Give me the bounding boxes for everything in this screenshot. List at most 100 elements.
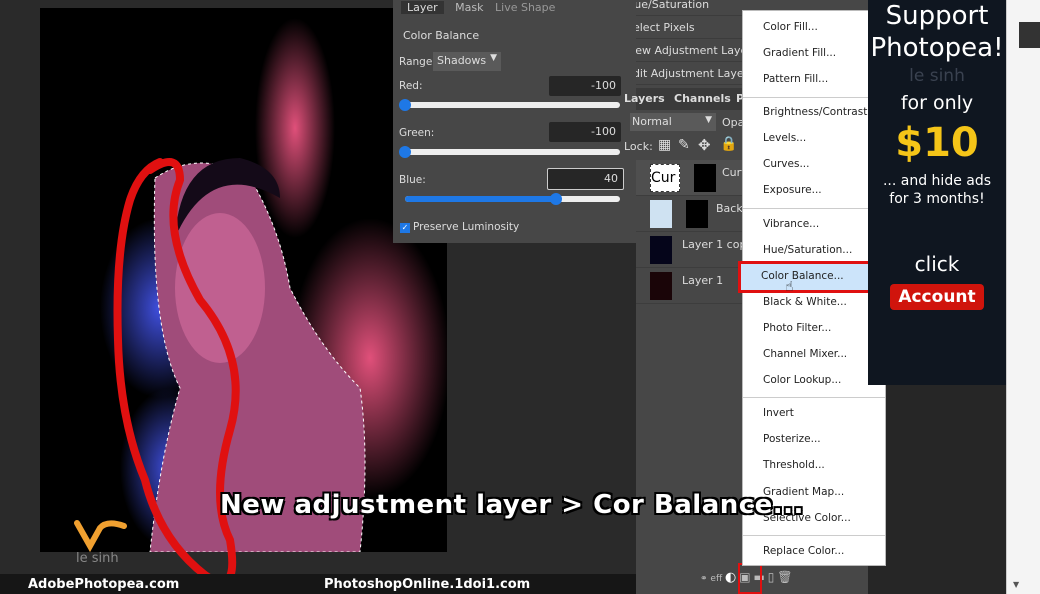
blend-mode-select[interactable]: Normal ▼ (630, 113, 716, 131)
menu-item-brightness-contrast[interactable]: Brightness/Contrast... (743, 100, 885, 126)
menu-item-pattern-fill[interactable]: Pattern Fill... (743, 67, 885, 93)
lock-move-icon[interactable]: ✥ (698, 136, 711, 154)
svg-text:le sinh: le sinh (76, 551, 119, 564)
blue-slider[interactable] (405, 193, 620, 205)
browser-scrollbar[interactable]: ▼ (1006, 0, 1040, 594)
adjustment-layer-icon[interactable]: ◐ (725, 570, 736, 585)
red-slider-handle[interactable] (399, 99, 411, 111)
link-icon[interactable]: ⚭ (700, 574, 708, 584)
green-slider-handle[interactable] (399, 146, 411, 158)
tab-channels[interactable]: Channels (674, 92, 731, 105)
menu-item-photo-filter[interactable]: Photo Filter... (743, 316, 885, 342)
ad-click: click (914, 252, 960, 276)
menu-item-invert[interactable]: Invert (743, 401, 885, 427)
layer-row-layer-1[interactable]: Layer 1 (636, 268, 746, 304)
menu-separator (743, 208, 885, 209)
preserve-luminosity-label: Preserve Luminosity (413, 221, 520, 233)
menu-item-channel-mixer[interactable]: Channel Mixer... (743, 342, 885, 368)
tab-mask[interactable]: Mask (455, 1, 483, 14)
menu-item-black-white[interactable]: Black & White... (743, 290, 885, 316)
preserve-luminosity-checkbox[interactable]: ✓ Preserve Luminosity (400, 221, 519, 233)
ad-line3: for only (900, 92, 974, 114)
layer-thumbnail (650, 236, 672, 264)
layer-name: Layer 1 copy (682, 238, 746, 251)
ad-banner[interactable]: Support Photopea! le sinh for only $10 .… (868, 0, 1006, 385)
chevron-down-icon: ▼ (705, 115, 712, 125)
blue-label: Blue: (399, 174, 426, 186)
curves-thumbnail: Cur (650, 164, 680, 192)
cursor-hand-icon: ☝ (785, 279, 794, 295)
layer-row-curves[interactable]: Cur Curves (636, 160, 746, 196)
lock-transparency-icon[interactable]: ▦ (658, 137, 671, 153)
le-sinh-logo: le sinh (74, 520, 127, 564)
panel-title: Color Balance (403, 29, 480, 42)
scroll-block (1019, 22, 1040, 48)
green-input[interactable]: -100 (549, 122, 621, 142)
tab-live-shape[interactable]: Live Shape (495, 1, 555, 14)
menu-item-color-balance[interactable]: Color Balance... (738, 261, 890, 293)
ad-line5: for 3 months! (889, 191, 985, 207)
menu-edit-adjustment-layer[interactable]: Edit Adjustment Layer (636, 63, 756, 85)
properties-panel: Layer Mask Live Shape Color Balance Rang… (393, 0, 636, 243)
range-select[interactable]: Shadows ▼ (433, 52, 501, 71)
effects-button[interactable]: eff (710, 574, 722, 584)
layer-thumbnail (650, 200, 672, 228)
menu-item-posterize[interactable]: Posterize... (743, 427, 885, 453)
menu-item-color-lookup[interactable]: Color Lookup... (743, 368, 885, 394)
blend-mode-value: Normal (632, 115, 672, 128)
checkbox-icon: ✓ (400, 223, 410, 233)
ad-account-button[interactable]: Account (890, 284, 984, 310)
video-caption: New adjustment layer > Cor Balance... (220, 490, 804, 520)
chevron-down-icon: ▼ (490, 53, 497, 63)
layer-row-layer-1-copy[interactable]: Layer 1 copy (636, 232, 746, 268)
menu-hue-saturation[interactable]: Hue/Saturation (636, 0, 756, 16)
menu-item-exposure[interactable]: Exposure... (743, 178, 885, 204)
menu-item-levels[interactable]: Levels... (743, 126, 885, 152)
lock-brush-icon[interactable]: ✎ (678, 137, 690, 153)
mask-thumbnail (694, 164, 716, 192)
watermark-center: PhotoshopOnline.1doi1.com (324, 577, 531, 592)
new-layer-icon[interactable]: ▯ (768, 570, 775, 584)
red-slider[interactable] (399, 99, 620, 111)
menu-item-curves[interactable]: Curves... (743, 152, 885, 178)
menu-item-color-fill[interactable]: Color Fill... (743, 15, 885, 41)
blue-slider-fill (405, 196, 556, 202)
menu-separator (743, 397, 885, 398)
green-slider[interactable] (399, 146, 620, 158)
range-label: Range: (399, 56, 436, 68)
ad-line4: ... and hide ads (882, 173, 992, 189)
tab-layer[interactable]: Layer (401, 1, 444, 14)
red-label: Red: (399, 80, 423, 92)
ad-line1: Support (885, 1, 989, 31)
watermark-left: AdobePhotopea.com (28, 577, 180, 592)
properties-tabs: Layer Mask Live Shape (393, 1, 555, 17)
tab-layers[interactable]: Layers (624, 92, 665, 105)
trash-icon[interactable]: 🗑 (777, 570, 792, 584)
layer-thumbnail (650, 272, 672, 300)
layers-tabs: Layers Channels P (624, 88, 756, 110)
blue-slider-handle[interactable] (549, 193, 562, 205)
scroll-down-arrow-icon[interactable]: ▼ (1013, 580, 1019, 589)
highlight-box-adjustment-icon (738, 563, 762, 594)
menu-item-gradient-fill[interactable]: Gradient Fill... (743, 41, 885, 67)
green-label: Green: (399, 127, 435, 139)
blue-input[interactable]: 40 (547, 168, 624, 190)
menu-separator (743, 97, 885, 98)
menu-item-replace-color[interactable]: Replace Color... (743, 539, 885, 565)
red-input[interactable]: -100 (549, 76, 621, 96)
ad-price: $10 (895, 120, 979, 166)
mask-thumbnail (686, 200, 708, 228)
menu-item-vibrance[interactable]: Vibrance... (743, 212, 885, 238)
ad-line2: Photopea! (870, 33, 1004, 63)
ad-watermark: le sinh (909, 66, 965, 86)
lock-label: Lock: (624, 140, 653, 153)
menu-select-pixels[interactable]: Select Pixels (636, 17, 756, 39)
adjustment-layer-menu: Color Fill... Gradient Fill... Pattern F… (738, 10, 890, 566)
menu-item-hue-saturation[interactable]: Hue/Saturation... (743, 238, 885, 264)
lock-all-icon[interactable]: 🔒 (720, 136, 737, 152)
menu-item-threshold[interactable]: Threshold... (743, 453, 885, 479)
menu-new-adjustment-layer[interactable]: New Adjustment Layer (636, 40, 756, 62)
menu-separator (743, 535, 885, 536)
layer-row-background[interactable]: Background (636, 196, 746, 232)
layer-name: Layer 1 (682, 274, 724, 287)
